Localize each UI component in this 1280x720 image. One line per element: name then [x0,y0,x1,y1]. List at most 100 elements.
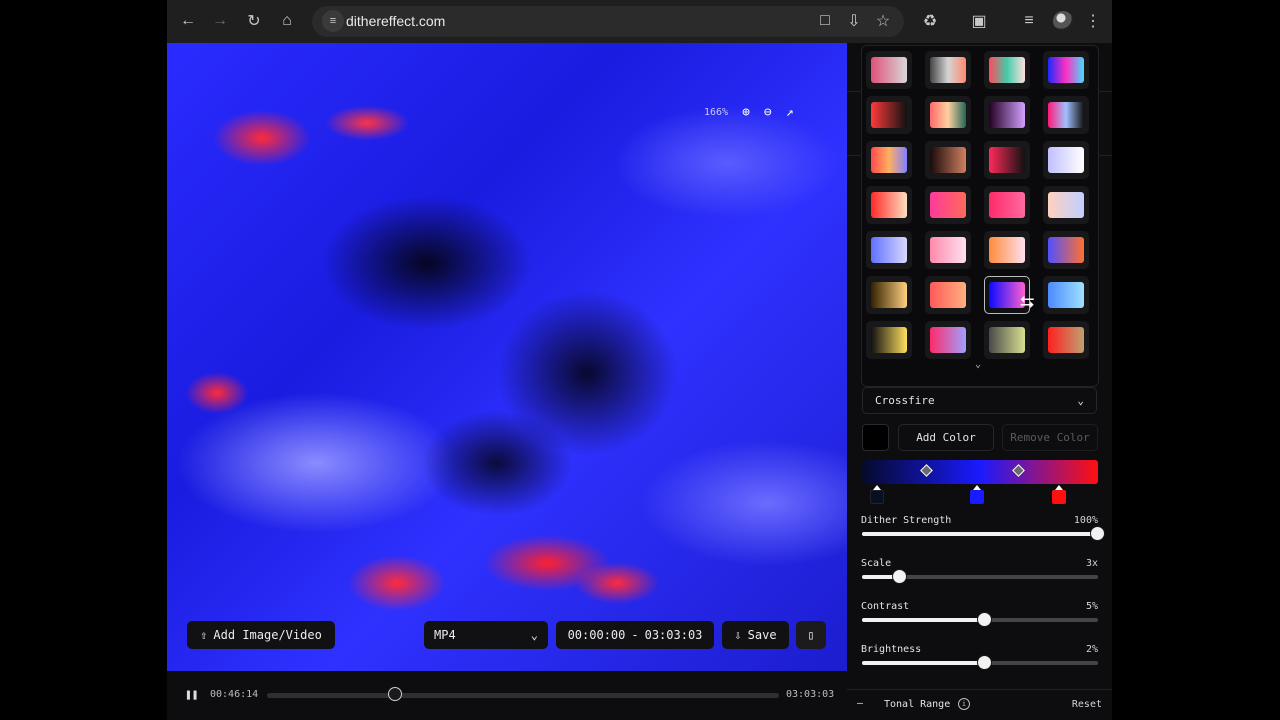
reading-list-icon[interactable]: ≡ [1018,10,1040,32]
page-icon[interactable]: □ [814,10,836,32]
profile-avatar[interactable] [1053,11,1073,31]
extensions-icon[interactable]: ♻ [919,10,941,32]
slider-label: Dither Strength [861,515,952,526]
slider-thumb[interactable] [1090,526,1105,541]
palette-preset[interactable] [866,321,912,359]
palette-preset[interactable] [1043,141,1089,179]
preset-swatch [1048,282,1084,308]
palette-preset[interactable] [925,186,971,224]
palette-preset[interactable] [925,141,971,179]
palette-preset[interactable] [1043,276,1089,314]
palette-preset[interactable] [1043,321,1089,359]
site-info-icon[interactable]: ≡ [322,10,344,32]
url-text: dithereffect.com [346,13,446,29]
slider-track[interactable] [862,526,1105,541]
preset-swatch [1048,102,1084,128]
zoom-level: 166% [704,106,729,118]
palette-preset[interactable] [866,276,912,314]
trash-icon: ▯ [807,628,815,642]
preview-canvas[interactable]: 166% ⊕ ⊖ ↗ ⇧ Add Image/Video MP4 ⌄ 00:00… [167,43,847,671]
chevron-down-icon: ⌄ [530,628,538,642]
install-icon[interactable]: ⇩ [843,10,865,32]
format-select[interactable]: MP4 ⌄ [424,621,548,649]
palette-preset[interactable] [1043,51,1089,89]
palette-preset[interactable] [866,231,912,269]
time-separator: - [631,628,639,642]
palette-preset[interactable] [866,51,912,89]
palette-preset[interactable] [866,96,912,134]
browser-toolbar: ← → ↻ ⌂ ≡ dithereffect.com □ ⇩ ☆ ♻ ▣ ≡ ⋮ [167,0,1112,43]
palette-preset[interactable] [925,96,971,134]
palette-preset[interactable] [925,231,971,269]
preset-swatch [1048,147,1084,173]
color-swatch[interactable] [862,424,889,451]
preset-swatch [989,102,1025,128]
back-icon[interactable]: ← [177,10,199,32]
palette-preset[interactable] [925,321,971,359]
time-end[interactable]: 03:03:03 [645,628,703,642]
palette-preset[interactable] [984,231,1030,269]
slider-track[interactable] [862,655,1098,670]
palette-preset[interactable] [984,321,1030,359]
preset-swatch [930,237,966,263]
format-value: MP4 [434,628,456,642]
slider-thumb[interactable] [976,655,992,670]
palette-preset[interactable] [1043,186,1089,224]
gradient-stop[interactable] [870,485,884,504]
palette-preset[interactable] [984,186,1030,224]
duration: 03:03:03 [786,689,835,700]
add-media-button[interactable]: ⇧ Add Image/Video [187,621,335,649]
preset-swatch [930,192,966,218]
info-icon[interactable]: i [958,698,970,710]
delete-button[interactable]: ▯ [796,621,826,649]
chevron-down-icon[interactable]: ⌄ [975,359,981,370]
palette-preset[interactable] [1043,96,1089,134]
save-button[interactable]: ⇩ Save [722,621,789,649]
add-color-button[interactable]: Add Color [898,424,994,451]
remove-color-button[interactable]: Remove Color [1002,424,1098,451]
reload-icon[interactable]: ↻ [243,10,265,32]
palette-preset[interactable] [984,96,1030,134]
upload-icon: ⇧ [200,628,208,642]
cast-icon[interactable]: ▣ [968,10,990,32]
palette-select[interactable]: Crossfire ⌄ [862,387,1097,414]
preset-swatch [989,327,1025,353]
forward-icon[interactable]: → [209,10,231,32]
palette-preset[interactable] [866,186,912,224]
gradient-editor[interactable] [862,460,1098,484]
slider-value: 2% [1085,644,1098,655]
gradient-stop[interactable] [1052,485,1066,504]
collapse-icon[interactable]: – [857,698,863,709]
fullscreen-icon[interactable]: ↗ [786,105,794,120]
preset-swatch [989,57,1025,83]
preset-swatch [1048,57,1084,83]
palette-preset[interactable] [866,141,912,179]
preset-swatch [1048,192,1084,218]
slider-thumb[interactable] [891,569,907,584]
home-icon[interactable]: ⌂ [276,10,298,32]
browser-window: ← → ↻ ⌂ ≡ dithereffect.com □ ⇩ ☆ ♻ ▣ ≡ ⋮… [167,0,1112,720]
zoom-out-icon[interactable]: ⊖ [764,105,772,120]
palette-preset[interactable] [984,51,1030,89]
slider-value: 5% [1085,601,1098,612]
star-icon[interactable]: ☆ [872,10,894,32]
scrub-thumb[interactable] [388,687,402,701]
preset-swatch [871,237,907,263]
menu-icon[interactable]: ⋮ [1082,10,1104,32]
palette-preset[interactable] [1043,231,1089,269]
tonal-range-header[interactable]: – Tonal Range i Reset [847,689,1112,720]
preset-swatch [930,327,966,353]
scrub-track[interactable] [267,693,779,698]
palette-preset[interactable] [925,276,971,314]
slider-track[interactable] [862,569,1098,584]
pause-icon[interactable]: ❚❚ [185,688,198,701]
slider-thumb[interactable] [976,612,992,627]
gradient-stop[interactable] [970,485,984,504]
zoom-in-icon[interactable]: ⊕ [742,105,750,120]
slider-track[interactable] [862,612,1098,627]
time-start[interactable]: 00:00:00 [568,628,626,642]
palette-preset[interactable] [984,141,1030,179]
palette-preset[interactable] [925,51,971,89]
time-range[interactable]: 00:00:00 - 03:03:03 [556,621,714,649]
reset-button[interactable]: Reset [1072,699,1102,710]
